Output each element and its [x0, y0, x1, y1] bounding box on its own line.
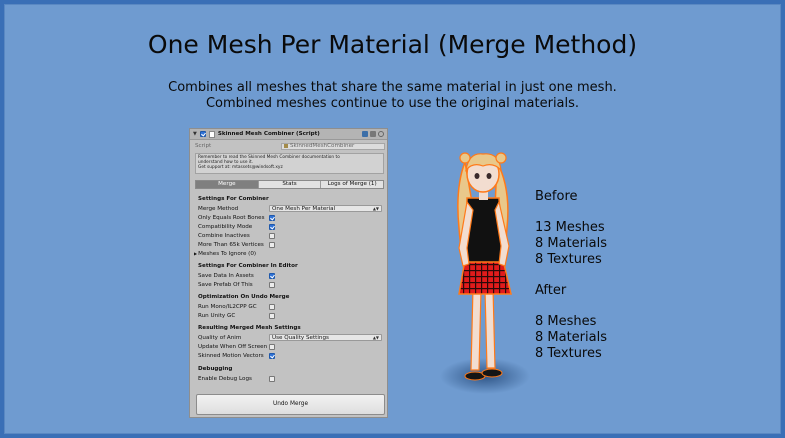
merge-method-row: Merge Method One Mesh Per Material ▲▼ — [198, 204, 382, 213]
tab-bar: Merge Stats Logs of Merge (1) — [195, 180, 384, 189]
save-prefab-checkbox[interactable] — [269, 281, 275, 288]
section-title-debugging: Debugging — [198, 366, 233, 372]
after-textures: 8 Textures — [535, 346, 602, 361]
skinned-motion-vectors-row: Skinned Motion Vectors — [198, 351, 382, 360]
merge-method-value: One Mesh Per Material — [272, 205, 336, 212]
enable-debug-logs-label: Enable Debug Logs — [198, 375, 252, 382]
enable-debug-logs-row: Enable Debug Logs — [198, 374, 382, 383]
slide-subtitle: Combines all meshes that share the same … — [0, 80, 785, 112]
run-mono-gc-checkbox[interactable] — [269, 303, 275, 310]
run-unity-gc-checkbox[interactable] — [269, 312, 275, 319]
script-row: Script SkinnedMeshCombiner — [195, 142, 385, 150]
run-unity-gc-row: Run Unity GC — [198, 311, 382, 320]
before-materials: 8 Materials — [535, 236, 607, 251]
run-mono-gc-label: Run Mono/IL2CPP GC — [198, 303, 257, 310]
undo-merge-button[interactable]: Undo Merge — [196, 394, 385, 415]
merge-stats: Before 13 Meshes 8 Materials 8 Textures … — [535, 189, 607, 362]
merge-method-label: Merge Method — [198, 205, 239, 212]
subtitle-line-2: Combined meshes continue to use the orig… — [205, 96, 580, 111]
foldout-arrow-icon[interactable]: ▶ — [194, 251, 197, 256]
save-prefab-row: Save Prefab Of This — [198, 280, 382, 289]
only-equals-root-bones-checkbox[interactable] — [269, 214, 275, 221]
foldout-arrow-icon[interactable]: ▼ — [193, 131, 197, 137]
more-than-65k-checkbox[interactable] — [269, 241, 275, 248]
section-title-resulting-mesh: Resulting Merged Mesh Settings — [198, 325, 301, 331]
meshes-to-ignore-row[interactable]: ▶ Meshes To Ignore (0) — [194, 249, 378, 258]
compatibility-mode-checkbox[interactable] — [269, 223, 275, 230]
gear-icon[interactable] — [378, 131, 384, 137]
update-when-off-row: Update When Off Screen — [198, 342, 382, 351]
tab-logs-of-merge[interactable]: Logs of Merge (1) — [321, 181, 384, 188]
script-file-icon — [284, 144, 288, 148]
save-data-in-assets-label: Save Data In Assets — [198, 272, 254, 279]
script-value: SkinnedMeshCombiner — [290, 143, 355, 149]
script-field[interactable]: SkinnedMeshCombiner — [281, 142, 385, 150]
component-header[interactable]: ▼ Skinned Mesh Combiner (Script) — [190, 129, 387, 140]
component-enabled-checkbox[interactable] — [199, 131, 206, 137]
run-mono-gc-row: Run Mono/IL2CPP GC — [198, 302, 382, 311]
compatibility-mode-row: Compatibility Mode — [198, 222, 382, 231]
after-meshes: 8 Meshes — [535, 314, 597, 329]
help-book-icon[interactable] — [362, 131, 368, 137]
tab-stats[interactable]: Stats — [258, 181, 322, 188]
before-title: Before — [535, 189, 578, 204]
combine-inactives-row: Combine Inactives — [198, 231, 382, 240]
before-meshes: 13 Meshes — [535, 220, 605, 235]
header-icons — [362, 131, 384, 137]
save-prefab-label: Save Prefab Of This — [198, 281, 253, 288]
dropdown-arrow-icon: ▲▼ — [372, 206, 379, 211]
after-title: After — [535, 283, 567, 298]
meshes-to-ignore-label: Meshes To Ignore (0) — [198, 250, 257, 257]
character-model-image — [440, 152, 530, 394]
skinned-motion-vectors-label: Skinned Motion Vectors — [198, 352, 264, 359]
quality-of-anim-label: Quality of Anim — [198, 334, 242, 341]
section-title-optimization: Optimization On Undo Merge — [198, 294, 290, 300]
save-data-in-assets-checkbox[interactable] — [269, 272, 275, 279]
skinned-motion-vectors-checkbox[interactable] — [269, 352, 275, 359]
only-equals-root-bones-row: Only Equals Root Bones — [198, 213, 382, 222]
merge-method-dropdown[interactable]: One Mesh Per Material ▲▼ — [269, 205, 382, 212]
section-title-settings-for-combiner: Settings For Combiner — [198, 196, 269, 202]
tab-merge[interactable]: Merge — [196, 181, 259, 188]
help-box: Remember to read the Skinned Mesh Combin… — [195, 153, 384, 174]
script-icon — [208, 130, 215, 138]
help-line-3: Get support at: mtassets@windsoft.xyz — [198, 165, 283, 170]
before-textures: 8 Textures — [535, 252, 602, 267]
update-when-off-checkbox[interactable] — [269, 343, 275, 350]
slide-background — [4, 4, 781, 434]
preset-icon[interactable] — [370, 131, 376, 137]
after-materials: 8 Materials — [535, 330, 607, 345]
update-when-off-label: Update When Off Screen — [198, 343, 268, 350]
section-title-settings-in-editor: Settings For Combiner In Editor — [198, 263, 298, 269]
enable-debug-logs-checkbox[interactable] — [269, 375, 275, 382]
save-data-in-assets-row: Save Data In Assets — [198, 271, 382, 280]
component-title: Skinned Mesh Combiner (Script) — [217, 131, 320, 137]
only-equals-root-bones-label: Only Equals Root Bones — [198, 214, 265, 221]
inspector-panel: ▼ Skinned Mesh Combiner (Script) Script … — [189, 128, 388, 418]
run-unity-gc-label: Run Unity GC — [198, 312, 236, 319]
quality-of-anim-row: Quality of Anim Use Quality Settings ▲▼ — [198, 333, 382, 342]
subtitle-line-1: Combines all meshes that share the same … — [168, 80, 617, 95]
slide-title: One Mesh Per Material (Merge Method) — [147, 30, 638, 59]
script-label: Script — [195, 143, 212, 149]
quality-of-anim-value: Use Quality Settings — [272, 334, 329, 341]
more-than-65k-row: More Than 65k Vertices — [198, 240, 382, 249]
quality-of-anim-dropdown[interactable]: Use Quality Settings ▲▼ — [269, 334, 382, 341]
combine-inactives-label: Combine Inactives — [198, 232, 250, 239]
compatibility-mode-label: Compatibility Mode — [198, 223, 253, 230]
dropdown-arrow-icon: ▲▼ — [372, 335, 379, 340]
combine-inactives-checkbox[interactable] — [269, 232, 275, 239]
more-than-65k-label: More Than 65k Vertices — [198, 241, 264, 248]
